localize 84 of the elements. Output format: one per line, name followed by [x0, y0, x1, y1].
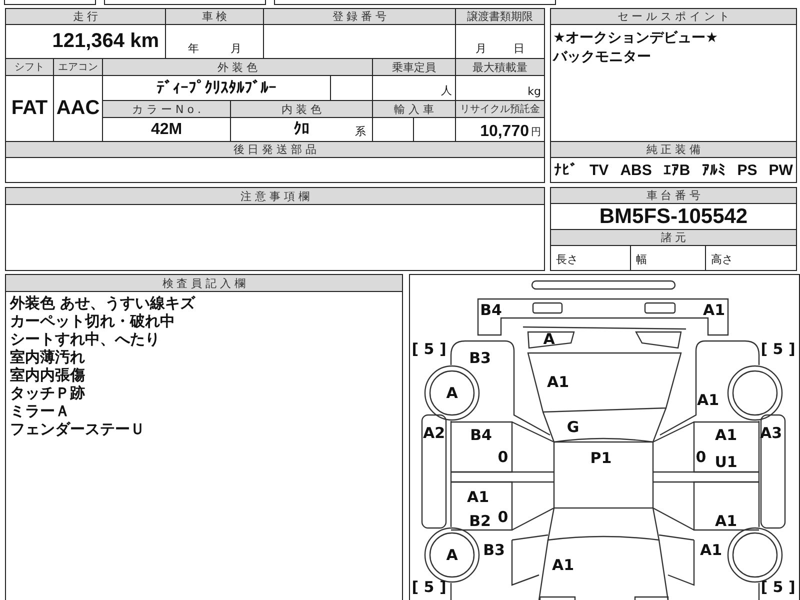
- field-label: カ ラ ー N o .: [103, 101, 230, 117]
- equipment-item: ｱﾙﾐ: [702, 162, 726, 178]
- damage-code: U1: [714, 453, 738, 471]
- inspector-note: カーペット切れ・破れ中: [10, 312, 175, 330]
- field-label: 登 録 番 号: [264, 9, 455, 24]
- section-header: セ ー ル ス ポ イ ン ト: [551, 9, 796, 24]
- recycle-fee-value: 10,770: [480, 123, 529, 141]
- field-label: 乗車定員: [373, 59, 455, 75]
- damage-code: A1: [714, 426, 738, 444]
- field-label: 内 装 色: [231, 101, 372, 117]
- mileage-value: 121,364 km: [6, 25, 165, 58]
- section-header: 検 査 員 記 入 欄: [6, 275, 402, 291]
- field-label: 走 行: [6, 9, 165, 24]
- color-suffix: 系: [355, 124, 366, 139]
- max-load-unit: kg: [456, 76, 544, 100]
- day-unit: 日: [514, 41, 524, 56]
- field-label: 最大積載量: [456, 59, 544, 75]
- shift-value: FAT: [6, 76, 53, 141]
- section-header: 諸 元: [551, 230, 796, 245]
- chassis-number: BM5FS-105542: [551, 204, 796, 229]
- field-label: エアコン: [54, 59, 102, 75]
- damage-code: B3: [469, 349, 491, 367]
- spec-label: 幅: [631, 246, 705, 270]
- damage-code: A1: [702, 301, 726, 319]
- damage-code: 0: [498, 448, 508, 466]
- section-header: 注 意 事 項 欄: [6, 188, 544, 204]
- equipment-item: PS: [737, 162, 758, 178]
- year-unit: 年: [188, 41, 199, 56]
- section-header: 車 台 番 号: [551, 188, 796, 203]
- damage-code: G: [566, 418, 580, 436]
- capacity-unit: 人: [373, 76, 455, 100]
- damage-code: [ 5 ]: [760, 578, 796, 596]
- field-label: 譲渡書類期限: [456, 9, 544, 24]
- field-label: 輸 入 車: [373, 101, 455, 117]
- damage-code: [ 5 ]: [412, 340, 446, 358]
- damage-code: 0: [498, 508, 508, 526]
- month-unit: 月: [476, 41, 486, 56]
- month-unit: 月: [230, 41, 242, 56]
- damage-code: A1: [714, 512, 738, 530]
- field-label: 車 検: [166, 9, 263, 24]
- damage-code: B4: [470, 426, 492, 444]
- damage-code: B4: [480, 301, 502, 319]
- damage-code: A: [446, 546, 458, 564]
- inspector-note: タッチＰ跡: [10, 384, 85, 402]
- color-number-value: 42M: [103, 118, 230, 141]
- field-label: シフト: [6, 59, 53, 75]
- damage-code: A: [543, 330, 555, 348]
- damage-code: A1: [552, 556, 574, 574]
- field-label: リサイクル預託金: [456, 101, 544, 117]
- inspector-note: フェンダーステーＵ: [10, 420, 145, 438]
- equipment-item: ｴｱB: [663, 162, 690, 178]
- damage-code: A1: [696, 391, 720, 409]
- damage-code: A: [446, 384, 458, 402]
- equipment-item: ABS: [620, 162, 652, 178]
- damage-code: 0: [696, 448, 706, 466]
- field-label: 外 装 色: [103, 59, 372, 75]
- damage-code: A2: [422, 424, 446, 442]
- sales-point-text: バックモニター: [553, 48, 651, 67]
- sales-point-text: ★オークションデビュー★: [553, 29, 718, 48]
- currency-unit: 円: [531, 126, 541, 140]
- damage-code: A1: [466, 488, 490, 506]
- damage-code: [ 5 ]: [760, 340, 796, 358]
- damage-code: P1: [590, 449, 612, 467]
- inspector-note: 外装色 あせ、うすい線キズ: [10, 294, 196, 312]
- ac-value: AAC: [54, 76, 102, 141]
- spec-label: 高さ: [706, 246, 796, 270]
- inspector-note: 室内薄汚れ: [10, 348, 85, 366]
- field-label: 後 日 発 送 部 品: [6, 142, 544, 157]
- inspector-note: 室内内張傷: [10, 366, 85, 384]
- spec-label: 長さ: [551, 246, 630, 270]
- damage-code: B3: [483, 541, 505, 559]
- damage-code: B2: [469, 512, 491, 530]
- damage-code: A1: [546, 373, 570, 391]
- exterior-color-value: ﾃﾞｨｰﾌﾟｸﾘｽﾀﾙﾌﾞﾙｰ: [103, 76, 330, 100]
- damage-code: A1: [700, 541, 722, 559]
- damage-code: [ 5 ]: [412, 578, 446, 596]
- interior-color-value: ｸﾛ: [294, 120, 310, 139]
- inspector-note: シートすれ中、へたり: [10, 330, 160, 348]
- blank-cell: [331, 76, 372, 100]
- section-header: 純 正 装 備: [551, 142, 796, 157]
- equipment-item: TV: [590, 162, 609, 178]
- inspector-note: ミラーＡ: [10, 402, 70, 420]
- equipment-item: PW: [768, 162, 793, 178]
- equipment-item: ﾅﾋﾞ: [554, 162, 578, 178]
